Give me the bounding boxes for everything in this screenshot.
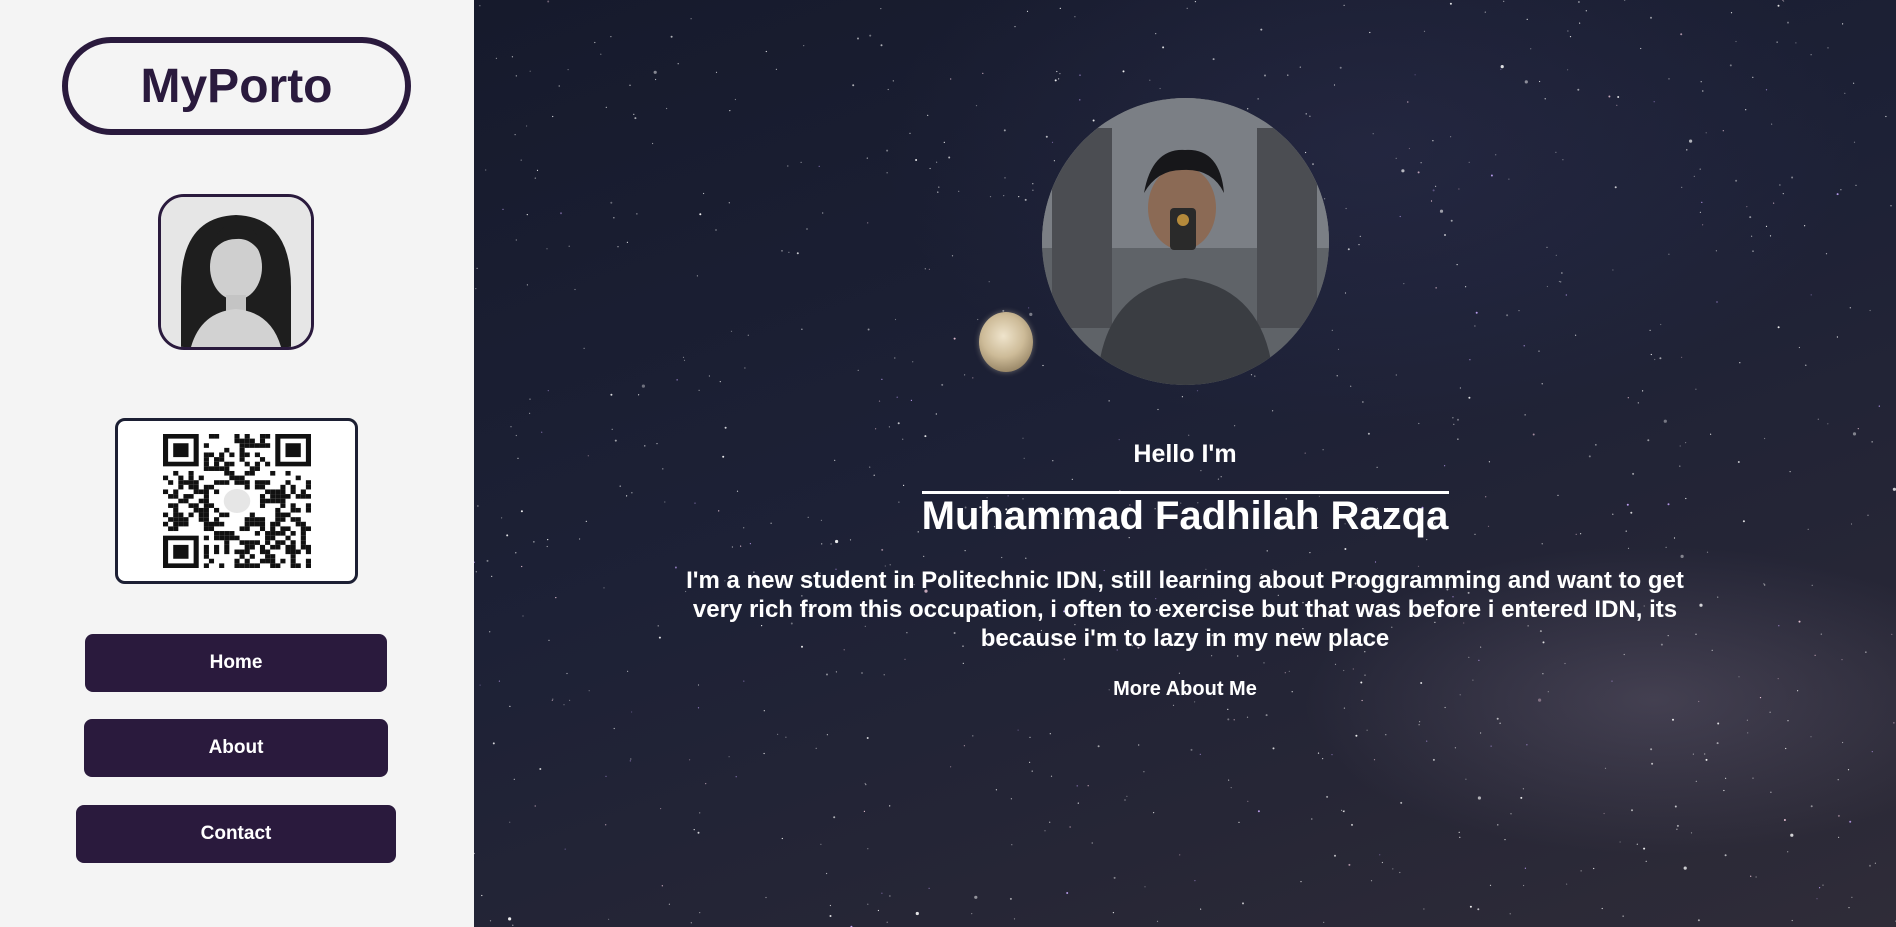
site-logo[interactable]: MyPorto xyxy=(62,37,411,135)
profile-photo xyxy=(1042,98,1329,385)
qr-code-image xyxy=(162,434,311,568)
more-about-me-link[interactable]: More About Me xyxy=(474,678,1896,701)
nav-about-button[interactable]: About xyxy=(84,719,388,777)
nav-contact-button[interactable]: Contact xyxy=(76,805,396,863)
sidebar: MyPorto Home About Contact xyxy=(0,0,474,927)
moon-image xyxy=(979,312,1033,372)
greeting-text: Hello I'm xyxy=(1133,440,1237,468)
sidebar-avatar xyxy=(158,194,314,350)
nav-home-button[interactable]: Home xyxy=(85,634,387,692)
hero-section: Hello I'm Muhammad Fadhilah Razqa I'm a … xyxy=(474,0,1896,927)
qr-code-card xyxy=(115,418,358,584)
hero-name: Muhammad Fadhilah Razqa xyxy=(921,494,1449,538)
hero-bio: I'm a new student in Politechnic IDN, st… xyxy=(686,567,1684,652)
